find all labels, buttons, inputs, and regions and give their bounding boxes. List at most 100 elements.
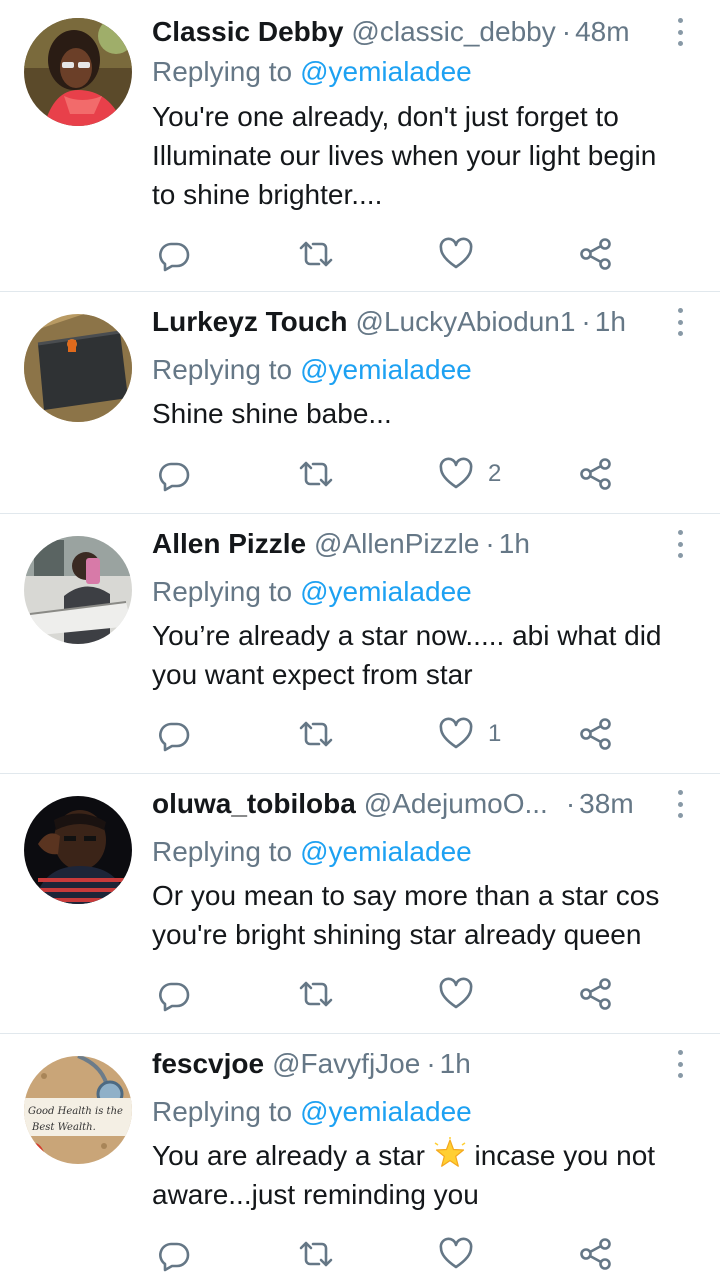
tweet-actions: 2	[152, 454, 622, 494]
timestamp[interactable]: 1h	[499, 528, 530, 560]
retweet-icon	[299, 1241, 333, 1267]
like-count: 2	[488, 460, 502, 487]
reply-button[interactable]	[156, 1234, 192, 1274]
mentioned-user-link[interactable]: @yemialadee	[300, 576, 472, 607]
timestamp[interactable]: 48m	[575, 16, 629, 48]
user-handle[interactable]: @FavyfjJoe	[272, 1048, 420, 1080]
timestamp[interactable]: 1h	[595, 306, 626, 338]
display-name[interactable]: oluwa_tobiloba	[152, 788, 356, 820]
svg-text:Best Wealth.: Best Wealth.	[31, 1122, 96, 1133]
tweet-header: fescvjoe @FavyfjJoe · 1h	[152, 1044, 664, 1084]
like-button[interactable]	[438, 1234, 488, 1274]
replying-to-label: Replying to	[152, 576, 293, 607]
reply-timeline: Classic Debby @classic_debby · 48m Reply…	[0, 0, 720, 1272]
replying-to-line: Replying to @yemialadee	[152, 576, 472, 608]
avatar[interactable]	[24, 536, 132, 644]
heart-icon	[439, 977, 473, 1009]
tweet-text-part: You are already a star	[152, 1140, 425, 1171]
more-vertical-icon[interactable]	[668, 14, 692, 50]
share-button[interactable]	[578, 974, 614, 1014]
tweet-actions	[152, 1234, 622, 1274]
replying-to-label: Replying to	[152, 1096, 293, 1127]
tweet-text: You're one already, don't just forget to…	[152, 101, 657, 210]
avatar[interactable]: Good Health is the Best Wealth.	[24, 1056, 132, 1164]
share-button[interactable]	[578, 454, 614, 494]
replying-to-line: Replying to @yemialadee	[152, 354, 472, 386]
reply-button[interactable]	[156, 234, 192, 274]
tweet[interactable]: Classic Debby @classic_debby · 48m Reply…	[0, 0, 720, 292]
avatar[interactable]	[24, 314, 132, 422]
share-button[interactable]	[578, 1234, 614, 1274]
heart-icon	[439, 237, 473, 269]
reply-icon	[159, 242, 190, 272]
user-handle[interactable]: @classic_debby	[351, 16, 555, 48]
display-name[interactable]: Lurkeyz Touch	[152, 306, 348, 338]
tweet-header: Allen Pizzle @AllenPizzle · 1h	[152, 524, 664, 564]
header-separator: ·	[565, 788, 576, 819]
retweet-button[interactable]	[298, 234, 334, 274]
tweet-actions	[152, 974, 622, 1014]
replying-to-label: Replying to	[152, 354, 293, 385]
header-separator: ·	[426, 1048, 436, 1079]
retweet-button[interactable]	[298, 1234, 334, 1274]
avatar[interactable]	[24, 18, 132, 126]
share-icon	[580, 238, 611, 270]
avatar[interactable]	[24, 796, 132, 904]
tweet[interactable]: Allen Pizzle @AllenPizzle · 1h Replying …	[0, 514, 720, 774]
like-button[interactable]: 1	[438, 714, 501, 754]
replying-to-line: Replying to @yemialadee	[152, 836, 472, 868]
header-separator: ·	[561, 16, 572, 47]
reply-icon	[159, 722, 190, 752]
like-button[interactable]	[438, 234, 488, 274]
user-handle[interactable]: @AllenPizzle	[314, 528, 479, 560]
tweet-text: Shine shine babe...	[152, 398, 392, 429]
glowing-star-emoji	[434, 1137, 466, 1167]
retweet-icon	[299, 461, 333, 487]
mentioned-user-link[interactable]: @yemialadee	[300, 56, 472, 87]
share-button[interactable]	[578, 714, 614, 754]
share-icon	[580, 1238, 611, 1270]
replying-to-label: Replying to	[152, 56, 293, 87]
reply-button[interactable]	[156, 454, 192, 494]
retweet-icon	[299, 241, 333, 267]
retweet-icon	[299, 721, 333, 747]
display-name[interactable]: Allen Pizzle	[152, 528, 306, 560]
like-button[interactable]	[438, 974, 488, 1014]
user-handle[interactable]: @LuckyAbiodun1	[356, 306, 576, 338]
mentioned-user-link[interactable]: @yemialadee	[300, 1096, 472, 1127]
tweet-text: You’re already a star now..... abi what …	[152, 620, 662, 690]
tweet[interactable]: oluwa_tobiloba @AdejumoO... · 38m Replyi…	[0, 774, 720, 1034]
reply-button[interactable]	[156, 714, 192, 754]
mentioned-user-link[interactable]: @yemialadee	[300, 836, 472, 867]
like-count: 1	[488, 720, 502, 747]
more-vertical-icon[interactable]	[668, 304, 692, 340]
retweet-button[interactable]	[298, 714, 334, 754]
header-separator: ·	[581, 306, 591, 337]
user-handle[interactable]: @AdejumoO...	[364, 788, 548, 820]
reply-button[interactable]	[156, 974, 192, 1014]
timestamp[interactable]: 1h	[440, 1048, 471, 1080]
more-vertical-icon[interactable]	[668, 786, 692, 822]
tweet[interactable]: Lurkeyz Touch @LuckyAbiodun1 · 1h Replyi…	[0, 292, 720, 514]
retweet-button[interactable]	[298, 454, 334, 494]
display-name[interactable]: fescvjoe	[152, 1048, 264, 1080]
header-separator: ·	[485, 528, 495, 559]
tweet[interactable]: Good Health is the Best Wealth. fescvjoe…	[0, 1034, 720, 1272]
timestamp[interactable]: 38m	[579, 788, 633, 820]
heart-icon	[439, 457, 473, 489]
tweet-actions: 1	[152, 714, 622, 754]
like-button[interactable]: 2	[438, 454, 501, 494]
share-icon	[580, 978, 611, 1010]
more-vertical-icon[interactable]	[668, 1046, 692, 1082]
share-button[interactable]	[578, 234, 614, 274]
tweet-header: Lurkeyz Touch @LuckyAbiodun1 · 1h	[152, 302, 664, 342]
heart-icon	[439, 1237, 473, 1269]
heart-icon	[439, 717, 473, 749]
reply-icon	[159, 1242, 190, 1272]
retweet-button[interactable]	[298, 974, 334, 1014]
more-vertical-icon[interactable]	[668, 526, 692, 562]
mentioned-user-link[interactable]: @yemialadee	[300, 354, 472, 385]
share-icon	[580, 458, 611, 490]
display-name[interactable]: Classic Debby	[152, 16, 343, 48]
tweet-actions	[152, 234, 622, 274]
